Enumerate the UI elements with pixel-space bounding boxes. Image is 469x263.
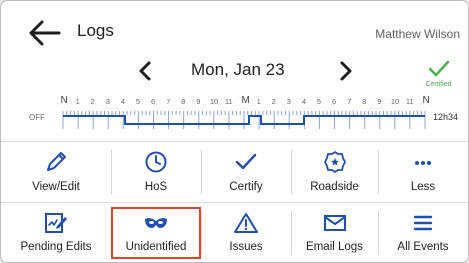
date-navigator: Mon, Jan 23 Certified [1,53,468,89]
more-dots-icon [415,161,431,165]
page-title: Logs [77,21,114,40]
back-arrow-icon[interactable] [27,19,61,47]
unidentified-label: Unidentified [125,241,187,253]
unidentified-button[interactable]: Unidentified [111,203,201,262]
actions-row-primary: View/Edit HoS Certify Roadside Less [1,141,468,203]
actions-row-secondary: Pending Edits Unidentified Issues Email … [1,202,468,262]
email-logs-button[interactable]: Email Logs [291,203,378,262]
previous-day-chevron-icon[interactable] [134,59,158,83]
all-events-label: All Events [397,241,449,253]
email-logs-label: Email Logs [306,241,363,253]
pending-edits-label: Pending Edits [20,241,92,253]
top-bar: Logs Matthew Wilson [1,1,468,51]
pending-edits-button[interactable]: Pending Edits [1,203,111,262]
pending-edits-icon [45,213,67,233]
checkmark-icon [235,153,257,170]
certified-status: Certified [416,59,461,88]
view-edit-button[interactable]: View/Edit [1,142,111,203]
badge-icon [323,151,346,173]
certified-label: Certified [425,81,452,88]
current-date: Mon, Jan 23 [191,60,285,79]
less-label: Less [410,181,436,193]
duty-total-time: 12h34 [432,112,458,122]
issues-button[interactable]: Issues [201,203,291,262]
issues-label: Issues [229,241,263,253]
pencil-icon [47,152,66,171]
certify-button[interactable]: Certify [201,142,291,203]
next-day-chevron-icon[interactable] [333,59,357,83]
envelope-icon [323,215,346,231]
certify-label: Certify [229,181,263,193]
duty-status-grid [62,111,426,129]
certified-check-icon [428,60,449,77]
roadside-button[interactable]: Roadside [291,142,378,203]
duty-status-graph[interactable]: N 1 2 3 4 5 6 7 8 9 10 11 M 1 2 3 4 5 6 7 8 9 10 11 N OFF 12h34 [1,95,468,137]
roadside-label: Roadside [310,181,359,193]
driver-name: Matthew Wilson [375,27,460,41]
hos-button[interactable]: HoS [111,142,201,203]
hos-label: HoS [144,181,168,193]
mask-icon [145,218,167,228]
clock-icon [145,151,167,173]
all-events-button[interactable]: All Events [378,203,468,262]
view-edit-label: View/Edit [32,181,80,193]
list-icon [413,215,433,231]
logs-screen: Logs Matthew Wilson Mon, Jan 23 Certifie… [0,0,469,263]
less-button[interactable]: Less [378,142,468,203]
warning-icon [234,213,258,233]
